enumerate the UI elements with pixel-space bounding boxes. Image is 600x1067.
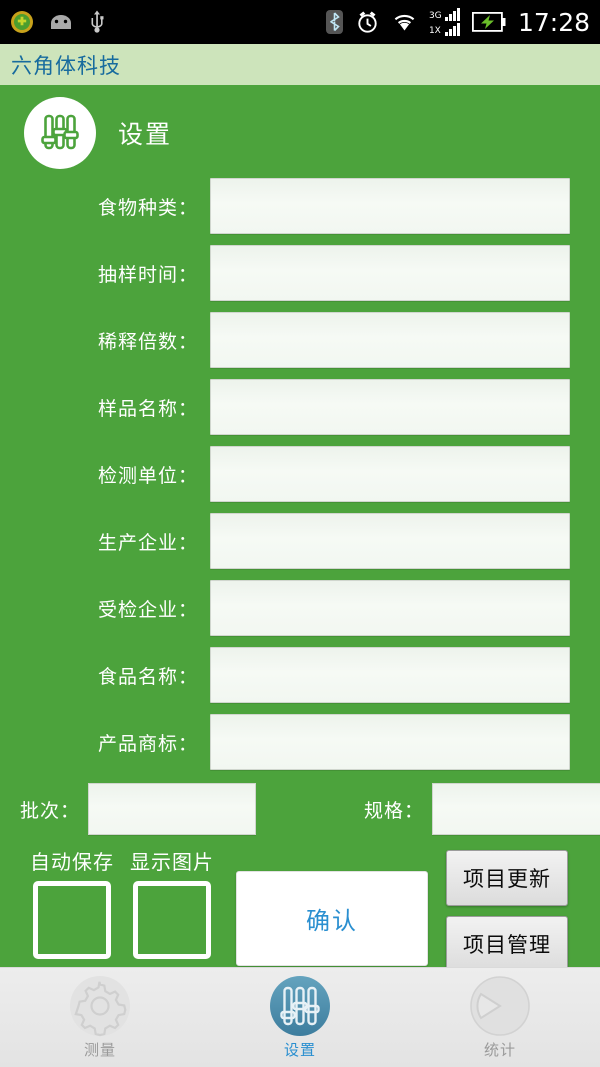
field-label: 样品名称： — [97, 397, 198, 420]
nav-item-measure[interactable]: 测量 — [0, 968, 200, 1067]
product-brand-input[interactable] — [210, 714, 570, 770]
checkbox-group: 自动保存 显示图片 — [30, 846, 214, 959]
bluetooth-icon — [325, 10, 343, 34]
app-title-bar: 六角体科技 — [0, 44, 600, 87]
specification-label: 规格： — [363, 799, 424, 822]
dilution-factor-input[interactable] — [210, 312, 570, 368]
field-row-sampling-time: 抽样时间： — [0, 244, 600, 302]
field-label: 产品商标： — [97, 732, 198, 755]
batch-label: 批次： — [19, 799, 80, 822]
sliders-icon — [270, 976, 330, 1036]
field-row-dilution-factor: 稀释倍数： — [0, 311, 600, 369]
field-label: 食品名称： — [97, 665, 198, 688]
testing-unit-input[interactable] — [210, 446, 570, 502]
field-row-specification: 规格： — [328, 783, 600, 835]
sample-name-input[interactable] — [210, 379, 570, 435]
checkbox-show-image[interactable]: 显示图片 — [130, 846, 214, 959]
nav-label: 统计 — [483, 1041, 516, 1059]
signal-icon: 3G 1X — [429, 8, 460, 36]
android-robot-icon — [51, 15, 71, 29]
project-update-button[interactable]: 项目更新 — [446, 850, 568, 906]
sliders-icon — [24, 97, 96, 169]
sampling-time-input[interactable] — [210, 245, 570, 301]
nav-label: 测量 — [83, 1041, 116, 1059]
field-row-testing-unit: 检测单位： — [0, 445, 600, 503]
field-row-food-type: 食物种类： — [0, 177, 600, 235]
food-type-input[interactable] — [210, 178, 570, 234]
checkbox-label: 显示图片 — [130, 850, 214, 874]
usb-icon — [91, 10, 104, 33]
gear-icon — [70, 976, 130, 1037]
checkbox-label: 自动保存 — [30, 850, 114, 874]
field-row-inspected-company: 受检企业： — [0, 579, 600, 637]
confirm-button[interactable]: 确认 — [236, 871, 428, 966]
field-label: 抽样时间： — [97, 263, 198, 286]
field-label: 稀释倍数： — [97, 330, 198, 353]
inspected-company-input[interactable] — [210, 580, 570, 636]
field-row-product-brand: 产品商标： — [0, 713, 600, 771]
field-row-producer-company: 生产企业： — [0, 512, 600, 570]
alarm-clock-icon — [358, 11, 377, 33]
android-status-bar: 3G 1X 17:28 — [0, 0, 600, 44]
batch-input[interactable] — [88, 783, 256, 835]
side-button-group: 项目更新 项目管理 — [446, 850, 568, 982]
page-title: 设置 — [118, 120, 173, 149]
security-shield-icon — [11, 11, 33, 33]
status-bar-right-icons: 3G 1X 17:28 — [325, 7, 590, 37]
producer-company-input[interactable] — [210, 513, 570, 569]
show-image-checkbox[interactable] — [133, 881, 211, 959]
status-bar-clock: 17:28 — [517, 7, 590, 37]
bottom-controls: 自动保存 显示图片 确认 项目更新 项目管理 — [0, 846, 600, 972]
field-label: 生产企业： — [97, 531, 198, 554]
settings-page: 设置 食物种类： 抽样时间： 稀释倍数： 样品名称： 检测单位： 生产企业： 受… — [0, 87, 600, 972]
field-row-batch: 批次： — [0, 783, 256, 835]
specification-input[interactable] — [432, 783, 600, 835]
pie-chart-icon — [470, 976, 530, 1036]
project-manage-button[interactable]: 项目管理 — [446, 916, 568, 972]
checkbox-auto-save[interactable]: 自动保存 — [30, 846, 114, 959]
status-bar-left-icons — [10, 9, 106, 35]
nav-label: 设置 — [283, 1041, 316, 1059]
nav-item-settings[interactable]: 设置 — [200, 968, 400, 1067]
field-label: 食物种类： — [97, 196, 198, 219]
battery-charging-icon — [471, 12, 506, 32]
app-title: 六角体科技 — [11, 53, 121, 78]
page-header: 设置 — [0, 87, 600, 177]
nav-item-statistics[interactable]: 统计 — [400, 968, 600, 1067]
field-row-food-name: 食品名称： — [0, 646, 600, 704]
bottom-navigation: 测量 设置 统计 — [0, 967, 600, 1067]
field-label: 受检企业： — [97, 598, 198, 621]
signal-3g-label: 3G — [428, 11, 442, 21]
fields-list: 食物种类： 抽样时间： 稀释倍数： 样品名称： 检测单位： 生产企业： 受检企业… — [0, 177, 600, 771]
app-root: 3G 1X 17:28 六角体科技 设置 食物种类： 抽样时间： 稀释倍数： 样… — [0, 0, 600, 1067]
batch-spec-row: 批次： 规格： — [0, 780, 600, 838]
wifi-icon — [394, 14, 415, 31]
field-label: 检测单位： — [97, 464, 198, 487]
auto-save-checkbox[interactable] — [33, 881, 111, 959]
food-name-input[interactable] — [210, 647, 570, 703]
field-row-sample-name: 样品名称： — [0, 378, 600, 436]
signal-1x-label: 1X — [428, 26, 441, 36]
